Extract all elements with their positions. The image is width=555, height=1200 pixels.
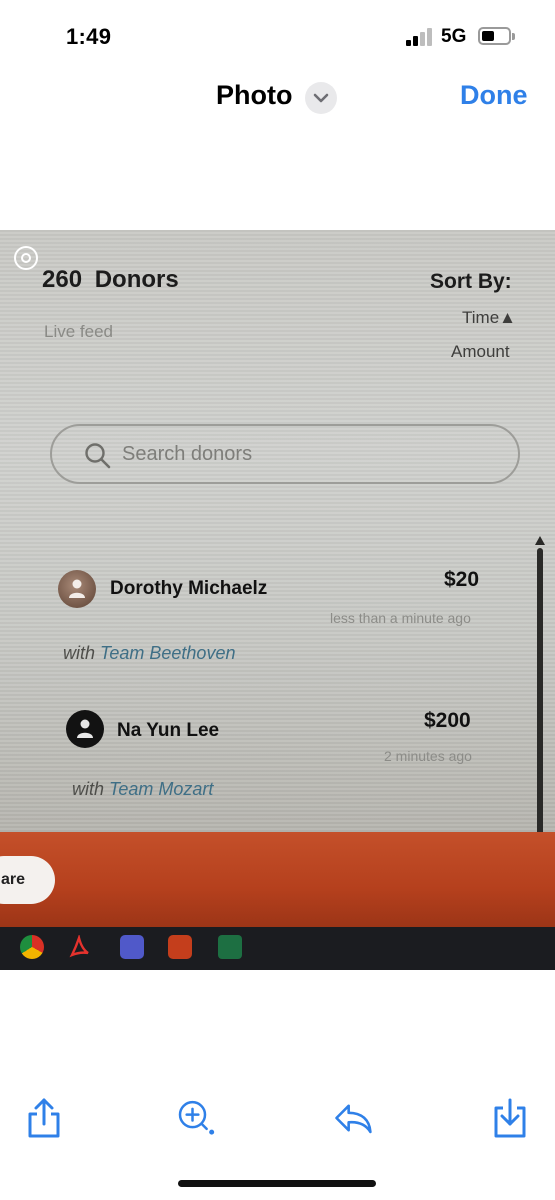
donors-count: 260 Donors: [42, 266, 179, 293]
donation-time: 2 minutes ago: [384, 748, 472, 764]
sort-option-amount: Amount: [451, 342, 510, 361]
live-photo-icon[interactable]: [14, 246, 38, 270]
avatar: [66, 710, 104, 748]
network-label: 5G: [441, 26, 467, 47]
sort-option-time: Time▲: [462, 308, 516, 327]
chevron-down-icon[interactable]: [305, 82, 337, 114]
search-donors-field: Search donors: [50, 424, 520, 484]
avatar: [58, 570, 96, 608]
signal-icon: [406, 28, 434, 46]
sort-by-label: Sort By:: [430, 270, 512, 293]
photo-view[interactable]: 260 Donors Live feed Sort By: Time▲ Amou…: [0, 230, 555, 970]
donation-amount: $200: [424, 709, 471, 732]
team-line: with Team Beethoven: [63, 643, 235, 664]
battery-icon: [478, 27, 515, 45]
visual-lookup-icon[interactable]: [175, 1096, 215, 1140]
donor-name: Dorothy Michaelz: [110, 578, 268, 599]
status-bar: 1:49 5G: [0, 0, 555, 70]
nav-title[interactable]: Photo: [216, 80, 292, 111]
teams-icon: [120, 935, 144, 959]
orange-footer-band: [0, 832, 555, 927]
acrobat-icon: [69, 935, 89, 958]
donor-name: Na Yun Lee: [117, 720, 220, 741]
home-indicator[interactable]: [178, 1180, 376, 1187]
share-icon[interactable]: [24, 1096, 64, 1140]
powerpoint-icon: [168, 935, 192, 959]
status-time: 1:49: [66, 24, 112, 49]
save-icon[interactable]: [490, 1096, 530, 1140]
live-feed-label: Live feed: [44, 322, 113, 341]
team-prefix: with: [63, 643, 96, 663]
share-pill-label: are: [1, 871, 26, 888]
donation-time: less than a minute ago: [330, 610, 471, 626]
excel-icon: [218, 935, 242, 959]
team-name: Team Mozart: [109, 779, 214, 799]
chrome-icon: [20, 935, 44, 959]
search-icon: [85, 443, 111, 469]
team-prefix: with: [72, 779, 105, 799]
search-placeholder: Search donors: [122, 443, 253, 465]
scrollbar: [537, 548, 543, 838]
done-button[interactable]: Done: [460, 80, 528, 111]
reply-icon[interactable]: [333, 1096, 373, 1140]
team-name: Team Beethoven: [100, 643, 236, 663]
scroll-up-arrow: [535, 536, 545, 545]
donation-amount: $20: [444, 568, 480, 591]
team-line: with Team Mozart: [72, 779, 213, 800]
